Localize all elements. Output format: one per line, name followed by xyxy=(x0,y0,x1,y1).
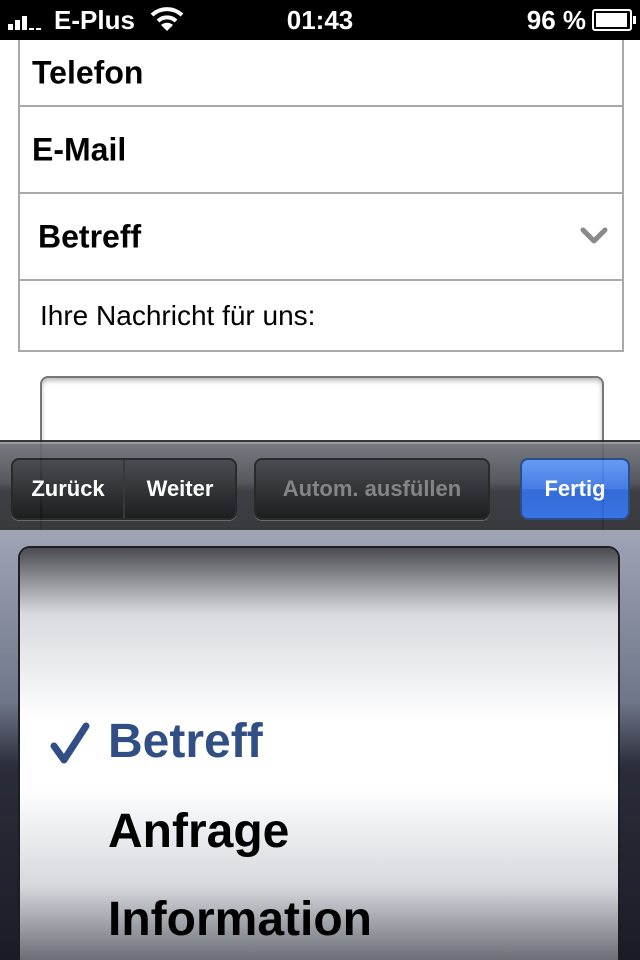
back-button[interactable]: Zurück xyxy=(13,460,125,518)
picker-option-anfrage[interactable]: Anfrage xyxy=(108,804,289,859)
checkmark-icon xyxy=(50,722,90,764)
contact-form: Telefon E-Mail Betreff Ihre Nachricht fü… xyxy=(18,40,624,580)
status-bar: E-Plus 01:43 96 % xyxy=(0,0,640,40)
message-label: Ihre Nachricht für uns: xyxy=(40,299,316,331)
picker-option-information[interactable]: Information xyxy=(108,892,372,947)
battery-percent: 96 % xyxy=(526,5,586,35)
phone-field[interactable]: Telefon xyxy=(20,40,622,107)
phone-field-label: Telefon xyxy=(32,54,144,90)
battery-level xyxy=(596,13,627,27)
subject-picker: Betreff Anfrage Information xyxy=(0,530,640,960)
autofill-button[interactable]: Autom. ausfüllen xyxy=(254,458,490,520)
email-field-label: E-Mail xyxy=(32,131,127,167)
battery-icon xyxy=(592,9,636,31)
picker-option-betreff[interactable]: Betreff xyxy=(108,714,263,769)
subject-select[interactable]: Betreff xyxy=(20,194,622,281)
subject-select-value: Betreff xyxy=(38,218,142,254)
message-label-row: Ihre Nachricht für uns: xyxy=(20,281,622,352)
prev-next-segmented-control: Zurück Weiter xyxy=(11,458,237,520)
done-button[interactable]: Fertig xyxy=(520,458,630,520)
next-button[interactable]: Weiter xyxy=(125,460,235,518)
chevron-down-icon xyxy=(580,227,608,244)
form-accessory-toolbar: Zurück Weiter Autom. ausfüllen Fertig xyxy=(0,440,640,532)
picker-wheel[interactable]: Betreff Anfrage Information xyxy=(20,548,618,960)
email-field[interactable]: E-Mail xyxy=(20,107,622,194)
